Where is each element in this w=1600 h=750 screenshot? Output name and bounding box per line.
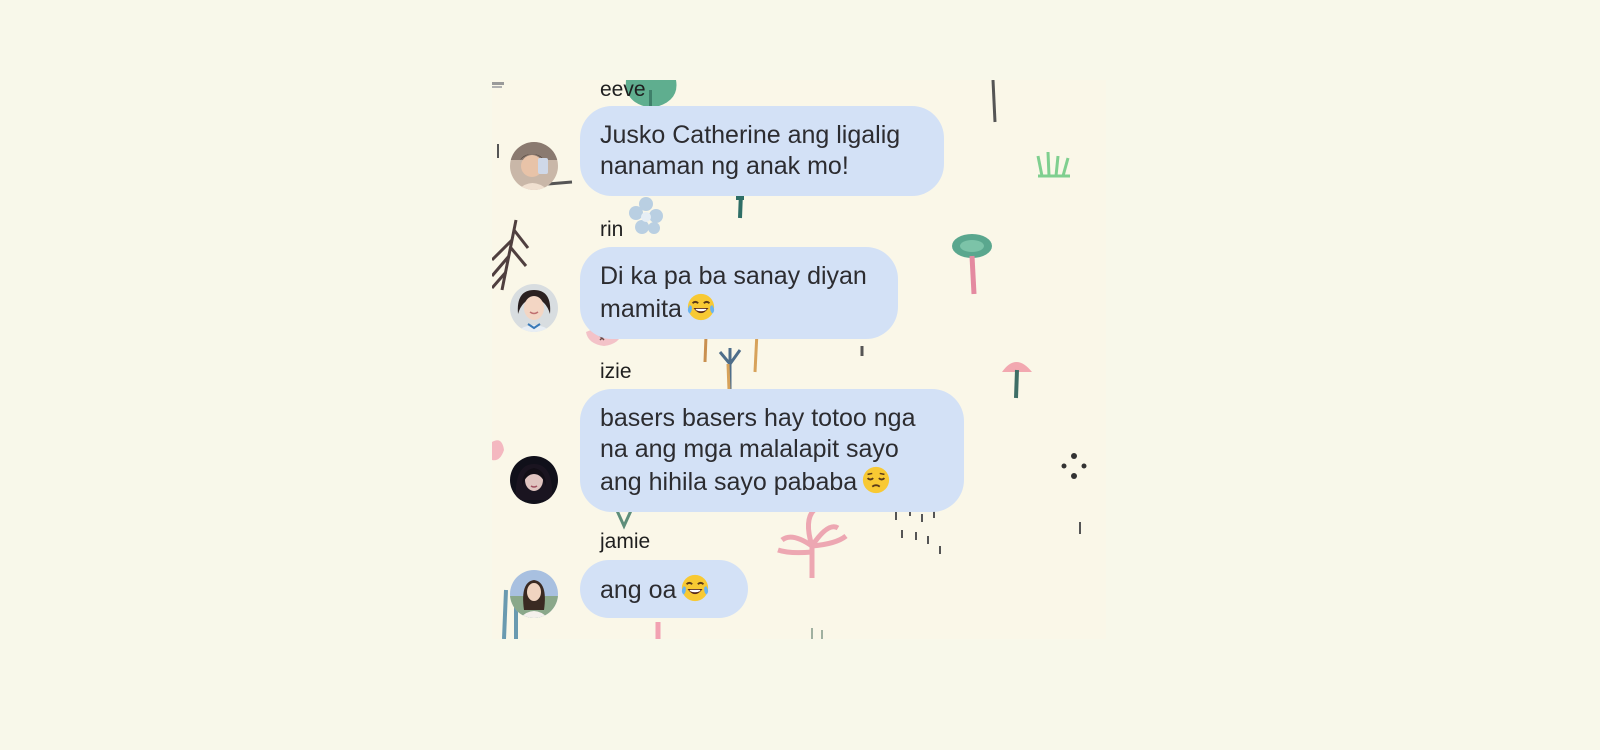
doodle-teal-tree [952, 234, 992, 295]
doodle-pink-flower-edge [492, 440, 504, 461]
message-bubble[interactable]: Jusko Catherine ang ligalig nanaman ng a… [580, 106, 944, 196]
pensive-face-icon [863, 466, 890, 494]
chat-panel[interactable]: eeve Jusko Catherine ang ligalig nanaman… [492, 80, 1106, 639]
doodle-pink-mushroom [1002, 362, 1032, 399]
doodle-rain [895, 508, 1081, 554]
izie-avatar[interactable] [510, 456, 558, 504]
message-bubble[interactable]: Di ka pa ba sanay diyan mamita [580, 247, 898, 339]
sender-name: izie [600, 360, 632, 383]
eeve-avatar[interactable] [510, 142, 558, 190]
rin-avatar[interactable] [510, 284, 558, 332]
sender-name: jamie [600, 530, 651, 553]
doodle-blue-flower [629, 197, 663, 234]
doodle-dots [1061, 453, 1087, 479]
doodle-stub [811, 628, 823, 639]
message-text: ang oa [600, 576, 677, 604]
message-text: mamita [600, 295, 682, 323]
doodle-stick [703, 335, 708, 363]
message-text-line: Jusko Catherine ang ligalig [600, 121, 901, 149]
doodle-stick [726, 363, 731, 391]
message-text-line: ang hihila sayo pababa [600, 465, 940, 498]
message-bubble[interactable]: basers basers hay totoo nga na ang mga m… [580, 389, 964, 512]
doodle-grass [1036, 151, 1070, 178]
message-text-line: basers basers hay totoo nga [600, 404, 916, 432]
message-text: ang hihila sayo pababa [600, 468, 858, 496]
sender-name: rin [600, 218, 624, 241]
face-with-tears-of-joy-icon [682, 574, 709, 602]
page: eeve Jusko Catherine ang ligalig nanaman… [0, 0, 1600, 750]
message-text-line: na ang mga malalapit sayo [600, 435, 899, 463]
message-text-line: ang oa [600, 573, 724, 606]
face-with-tears-of-joy-icon [687, 293, 715, 321]
doodle-brown-tree [492, 219, 530, 291]
sender-name: eeve [600, 80, 646, 101]
doodle-mark [492, 86, 502, 88]
jamie-avatar[interactable] [510, 570, 558, 618]
doodle-stick [991, 80, 997, 123]
message-text-line: nanaman ng anak mo! [600, 152, 849, 180]
message-text-line: Di ka pa ba sanay diyan [600, 262, 867, 290]
message-bubble[interactable]: ang oa [580, 560, 748, 618]
message-text-line: mamita [600, 292, 874, 325]
doodle-mark [492, 82, 504, 85]
doodle-pink-big-flower [777, 508, 848, 578]
